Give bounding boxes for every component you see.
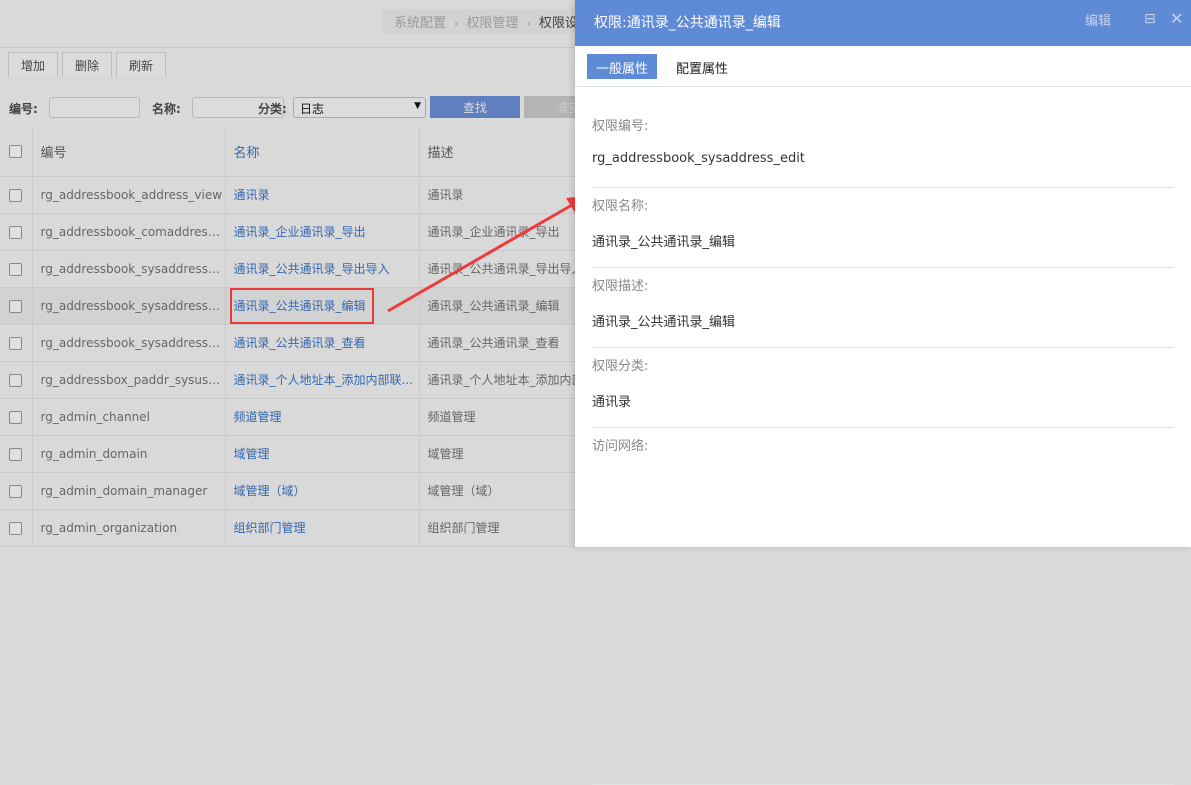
panel-title: 权限:通讯录_公共通讯录_编辑: [594, 15, 781, 31]
field-label: 权限名称:: [592, 199, 649, 214]
maximize-icon[interactable]: ⊟: [1144, 11, 1156, 27]
field-row: 权限分类: 通讯录: [592, 348, 1174, 428]
panel-header: 权限:通讯录_公共通讯录_编辑 编辑 ⊟ ✕: [575, 0, 1191, 46]
field-row: 访问网络:: [592, 428, 1174, 785]
field-value: rg_addressbook_sysaddress_edit: [592, 151, 805, 166]
field-label: 权限分类:: [592, 359, 649, 374]
field-row: 权限编号: rg_addressbook_sysaddress_edit: [592, 108, 1174, 188]
close-icon[interactable]: ✕: [1170, 9, 1183, 28]
field-label: 访问网络:: [592, 439, 649, 454]
edit-button[interactable]: 编辑: [1085, 10, 1111, 29]
field-value: 通讯录_公共通讯录_编辑: [592, 235, 736, 250]
field-value: 通讯录: [592, 395, 632, 410]
tab-general[interactable]: 一般属性: [587, 54, 658, 79]
panel-tabs: 一般属性 配置属性: [575, 46, 1191, 87]
tab-config[interactable]: 配置属性: [667, 54, 737, 79]
field-value: 通讯录_公共通讯录_编辑: [592, 315, 736, 330]
detail-panel: 权限:通讯录_公共通讯录_编辑 编辑 ⊟ ✕ 一般属性 配置属性 权限编号: rg…: [575, 0, 1191, 785]
field-label: 权限编号:: [592, 119, 649, 134]
field-row: 权限描述: 通讯录_公共通讯录_编辑: [592, 268, 1174, 348]
field-row: 权限名称: 通讯录_公共通讯录_编辑: [592, 188, 1174, 268]
field-label: 权限描述:: [592, 279, 649, 294]
